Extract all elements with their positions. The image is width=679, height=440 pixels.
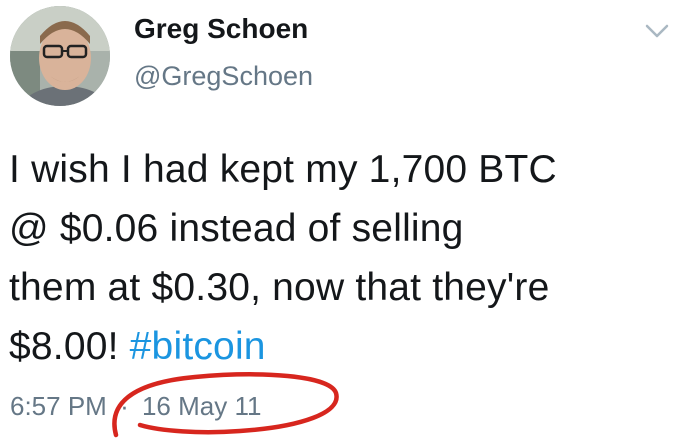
hashtag-link[interactable]: #bitcoin: [130, 325, 266, 368]
tweet-text-fragment: $8.00!: [9, 325, 130, 368]
tweet-text-line: them at $0.30, now that they're: [9, 266, 550, 309]
tweet-text: I wish I had kept my 1,700 BTC @ $0.06 i…: [9, 140, 674, 376]
author-display-name[interactable]: Greg Schoen: [134, 13, 308, 45]
tweet-card: Greg Schoen @GregSchoen I wish I had kep…: [0, 0, 679, 438]
user-photo-avatar-icon: [10, 6, 110, 106]
meta-separator: ·: [120, 391, 129, 421]
tweet-timestamp[interactable]: 6:57 PM · 16 May 11: [10, 391, 261, 422]
tweet-text-line: I wish I had kept my 1,700 BTC: [9, 148, 557, 191]
chevron-down-icon[interactable]: [644, 22, 670, 40]
tweet-text-line: @ $0.06 instead of selling: [9, 207, 464, 250]
author-avatar[interactable]: [10, 6, 110, 106]
author-handle[interactable]: @GregSchoen: [134, 61, 313, 92]
tweet-date: 16 May 11: [141, 391, 262, 421]
tweet-time: 6:57 PM: [10, 391, 107, 421]
tweet-text-line-last: $8.00! #bitcoin: [9, 317, 674, 376]
